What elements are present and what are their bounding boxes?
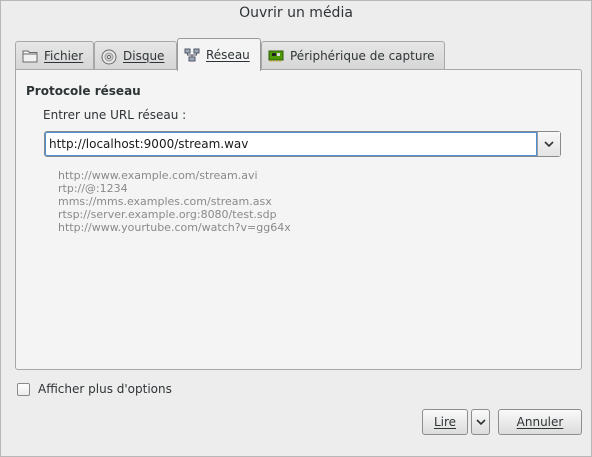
url-input[interactable]: http://localhost:9000/stream.wav xyxy=(45,132,537,156)
tab-network-label: Réseau xyxy=(206,48,250,62)
more-options-checkbox[interactable] xyxy=(17,382,30,396)
window-title: Ouvrir un média xyxy=(239,5,353,21)
play-button[interactable]: Lire xyxy=(422,409,468,435)
url-dropdown-button[interactable] xyxy=(537,132,560,156)
open-media-dialog: Ouvrir un média Fichier Disque Réseau Pé… xyxy=(0,0,592,457)
play-button-label: Lire xyxy=(433,415,457,429)
more-options-row[interactable]: Afficher plus d'options xyxy=(17,382,172,396)
url-example: rtsp://server.example.org:8080/test.sdp xyxy=(58,208,277,221)
section-title: Protocole réseau xyxy=(26,84,141,98)
url-label: Entrer une URL réseau : xyxy=(43,108,187,122)
chevron-down-icon xyxy=(544,140,554,147)
capture-card-icon xyxy=(268,49,284,63)
tab-disc-label: Disque xyxy=(123,48,165,63)
cancel-button-label: Annuler xyxy=(516,415,564,429)
disc-icon xyxy=(101,49,117,64)
url-example: http://www.yourtube.com/watch?v=gg64x xyxy=(58,221,291,234)
tab-file[interactable]: Fichier xyxy=(15,41,94,69)
play-options-dropdown[interactable] xyxy=(471,409,490,435)
tab-file-label: Fichier xyxy=(44,48,84,63)
folder-icon xyxy=(22,49,38,63)
url-example: rtp://@:1234 xyxy=(58,182,128,195)
url-examples: http://www.example.com/stream.avi rtp://… xyxy=(58,169,291,234)
tab-capture-device[interactable]: Périphérique de capture xyxy=(261,41,445,69)
tab-capture-device-label: Périphérique de capture xyxy=(290,48,435,63)
cancel-button[interactable]: Annuler xyxy=(498,409,582,435)
tab-disc[interactable]: Disque xyxy=(94,41,177,69)
url-example: mms://mms.examples.com/stream.asx xyxy=(58,195,272,208)
url-combobox: http://localhost:9000/stream.wav xyxy=(44,131,561,157)
url-example: http://www.example.com/stream.avi xyxy=(58,169,258,182)
network-panel: Protocole réseau Entrer une URL réseau :… xyxy=(15,69,582,370)
more-options-label: Afficher plus d'options xyxy=(38,382,172,396)
tab-network[interactable]: Réseau xyxy=(177,38,261,71)
chevron-down-icon xyxy=(475,418,486,425)
network-icon xyxy=(184,48,200,62)
